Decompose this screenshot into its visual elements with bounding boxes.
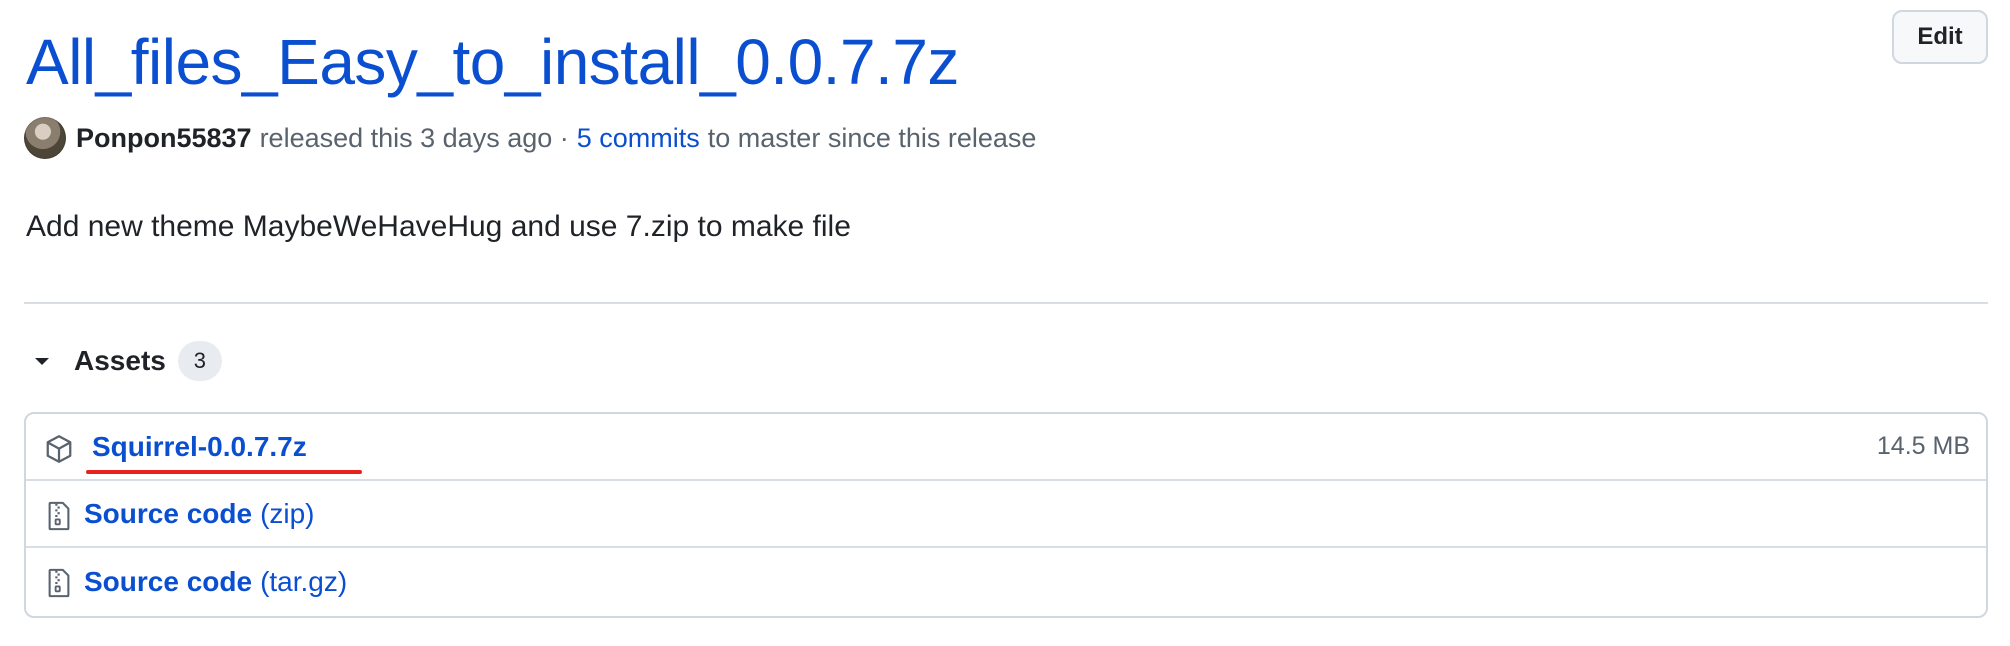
- triangle-down-icon: [35, 358, 49, 365]
- released-text: released this 3 days ago ·: [259, 122, 569, 153]
- release-notes: Add new theme MaybeWeHaveHug and use 7.z…: [26, 210, 851, 243]
- edit-button[interactable]: Edit: [1892, 10, 1988, 64]
- assets-list: Squirrel-0.0.7.7z 14.5 MB Source code (zi…: [24, 412, 1988, 618]
- asset-row: Source code (tar.gz): [26, 548, 1986, 615]
- commits-link[interactable]: 5 commits: [577, 123, 700, 154]
- highlight-underline: [86, 470, 362, 474]
- asset-link-suffix: (tar.gz): [260, 565, 348, 597]
- divider: [24, 302, 1988, 304]
- release-title[interactable]: All_files_Easy_to_install_0.0.7.7z: [26, 18, 959, 106]
- assets-label: Assets: [74, 345, 166, 376]
- source-code-tar-link[interactable]: Source code (tar.gz): [84, 566, 347, 598]
- asset-link-label: Source code: [84, 497, 253, 529]
- asset-link-label: Source code: [84, 565, 253, 597]
- asset-download-link[interactable]: Squirrel-0.0.7.7z: [92, 431, 307, 463]
- release-meta: Ponpon55837 released this 3 days ago · 5…: [24, 116, 1036, 160]
- file-zip-icon: [48, 501, 70, 531]
- author-link[interactable]: Ponpon55837: [76, 123, 252, 154]
- asset-row: Source code (zip): [26, 481, 1986, 548]
- package-icon: [46, 435, 72, 463]
- asset-link-suffix: (zip): [260, 497, 315, 529]
- file-zip-icon: [48, 568, 70, 598]
- asset-row: Squirrel-0.0.7.7z 14.5 MB: [26, 414, 1986, 481]
- source-code-zip-link[interactable]: Source code (zip): [84, 498, 315, 530]
- assets-count-badge: 3: [177, 341, 222, 381]
- avatar[interactable]: [24, 117, 66, 159]
- commits-suffix-text: to master since this release: [707, 122, 1037, 153]
- release-card: All_files_Easy_to_install_0.0.7.7z Edit …: [0, 0, 2010, 646]
- assets-toggle[interactable]: Assets 3: [30, 340, 222, 382]
- asset-size: 14.5 MB: [1876, 432, 1970, 460]
